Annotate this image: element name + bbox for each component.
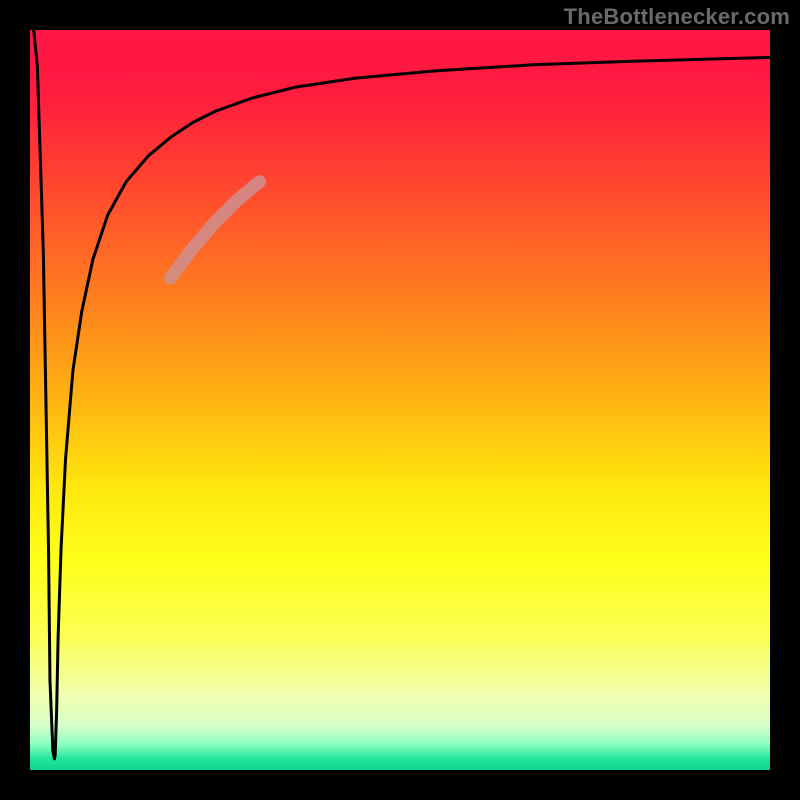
chart-svg bbox=[30, 30, 770, 770]
gradient-background bbox=[30, 30, 770, 770]
attribution-label: TheBottlenecker.com bbox=[564, 4, 790, 30]
chart-frame: TheBottlenecker.com bbox=[0, 0, 800, 800]
plot-area bbox=[30, 30, 770, 770]
